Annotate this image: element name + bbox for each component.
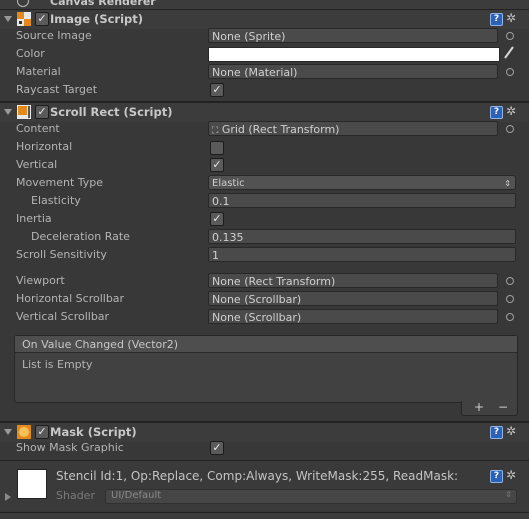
image-enabled-checkbox[interactable]: ✓ bbox=[35, 12, 49, 26]
canvas-renderer-title: Canvas Renderer bbox=[50, 0, 156, 8]
shader-label: Shader bbox=[56, 489, 95, 502]
elasticity-field[interactable]: 0.1 bbox=[208, 193, 516, 208]
object-picker-icon[interactable] bbox=[506, 68, 514, 76]
scroll-rect-component-header[interactable]: ✓ Scroll Rect (Script) ? ✲ bbox=[0, 102, 529, 122]
deceleration-rate-field[interactable]: 0.135 bbox=[208, 229, 516, 244]
dropdown-arrows-icon: ⇕ bbox=[505, 490, 512, 499]
fold-arrow-icon[interactable] bbox=[4, 16, 12, 22]
event-empty-text: List is Empty bbox=[22, 358, 93, 371]
content-label: Content bbox=[16, 122, 60, 135]
gear-icon[interactable]: ✲ bbox=[506, 424, 516, 438]
image-component-title: Image (Script) bbox=[50, 12, 144, 26]
horizontal-checkbox[interactable] bbox=[210, 141, 224, 155]
deceleration-rate-label: Deceleration Rate bbox=[31, 230, 130, 243]
show-mask-graphic-label: Show Mask Graphic bbox=[16, 441, 124, 454]
event-footer: + − bbox=[461, 400, 518, 416]
source-image-field[interactable]: None (Sprite) bbox=[208, 28, 498, 43]
color-label: Color bbox=[16, 47, 45, 60]
help-icon[interactable]: ? bbox=[490, 106, 503, 119]
inertia-label: Inertia bbox=[16, 212, 52, 225]
material-preview-section: Stencil Id:1, Op:Replace, Comp:Always, W… bbox=[0, 461, 529, 511]
help-icon[interactable]: ? bbox=[490, 470, 503, 483]
canvas-renderer-header[interactable]: Canvas Renderer bbox=[0, 0, 529, 9]
gear-icon[interactable]: ✲ bbox=[506, 11, 516, 25]
scroll-sensitivity-field[interactable]: 1 bbox=[208, 247, 516, 262]
eyedropper-icon[interactable] bbox=[503, 44, 515, 60]
dropdown-arrows-icon: ⇕ bbox=[504, 179, 511, 188]
event-title: On Value Changed (Vector2) bbox=[22, 338, 179, 351]
help-icon[interactable]: ? bbox=[490, 426, 503, 439]
canvas-renderer-icon bbox=[17, 0, 29, 7]
color-field[interactable] bbox=[208, 47, 500, 62]
movement-type-value: Elastic bbox=[212, 178, 245, 189]
raycast-target-checkbox[interactable]: ✓ bbox=[210, 83, 224, 97]
content-field[interactable]: ⛶ Grid (Rect Transform) bbox=[208, 121, 498, 136]
shader-value: UI/Default bbox=[111, 490, 162, 501]
material-label: Material bbox=[16, 65, 61, 78]
stencil-info-text: Stencil Id:1, Op:Replace, Comp:Always, W… bbox=[56, 469, 459, 483]
scroll-sensitivity-label: Scroll Sensitivity bbox=[16, 248, 107, 261]
vertical-checkbox[interactable]: ✓ bbox=[210, 158, 224, 172]
expand-arrow-icon[interactable] bbox=[5, 493, 11, 501]
movement-type-dropdown[interactable]: Elastic ⇕ bbox=[208, 175, 516, 190]
inertia-checkbox[interactable]: ✓ bbox=[210, 212, 224, 226]
help-icon[interactable]: ? bbox=[490, 13, 503, 26]
object-picker-icon[interactable] bbox=[506, 32, 514, 40]
horizontal-label: Horizontal bbox=[16, 140, 73, 153]
horizontal-scrollbar-label: Horizontal Scrollbar bbox=[16, 292, 125, 305]
mask-component-icon bbox=[17, 425, 31, 439]
add-button[interactable]: + bbox=[474, 400, 484, 414]
image-component-header[interactable]: ✓ Image (Script) ? ✲ bbox=[0, 9, 529, 29]
mask-component-title: Mask (Script) bbox=[50, 425, 137, 439]
viewport-label: Viewport bbox=[16, 274, 65, 287]
movement-type-label: Movement Type bbox=[16, 176, 104, 189]
show-mask-graphic-checkbox[interactable]: ✓ bbox=[210, 441, 224, 455]
object-picker-icon[interactable] bbox=[506, 295, 514, 303]
gear-icon[interactable]: ✲ bbox=[506, 468, 516, 482]
vertical-scrollbar-field[interactable]: None (Scrollbar) bbox=[208, 309, 498, 324]
gear-icon[interactable]: ✲ bbox=[506, 104, 516, 118]
object-picker-icon[interactable] bbox=[506, 313, 514, 321]
material-field[interactable]: None (Material) bbox=[208, 64, 498, 79]
elasticity-label: Elasticity bbox=[31, 194, 81, 207]
source-image-label: Source Image bbox=[16, 29, 92, 42]
event-header: On Value Changed (Vector2) bbox=[15, 336, 517, 353]
image-component-icon bbox=[17, 12, 31, 26]
scroll-rect-component-icon bbox=[17, 105, 31, 119]
vertical-label: Vertical bbox=[16, 158, 58, 171]
shader-dropdown[interactable]: UI/Default ⇕ bbox=[105, 489, 517, 504]
rect-transform-icon: ⛶ bbox=[212, 126, 219, 136]
horizontal-scrollbar-field[interactable]: None (Scrollbar) bbox=[208, 291, 498, 306]
bottom-bar bbox=[0, 513, 529, 519]
viewport-field[interactable]: None (Rect Transform) bbox=[208, 273, 498, 288]
scroll-rect-enabled-checkbox[interactable]: ✓ bbox=[35, 105, 49, 119]
material-swatch[interactable] bbox=[17, 469, 47, 499]
fold-arrow-icon[interactable] bbox=[4, 429, 12, 435]
mask-component-header[interactable]: ✓ Mask (Script) ? ✲ bbox=[0, 422, 529, 442]
remove-button[interactable]: − bbox=[498, 400, 508, 414]
on-value-changed-event: On Value Changed (Vector2) List is Empty bbox=[14, 335, 518, 403]
vertical-scrollbar-label: Vertical Scrollbar bbox=[16, 310, 110, 323]
object-picker-icon[interactable] bbox=[506, 125, 514, 133]
object-picker-icon[interactable] bbox=[506, 277, 514, 285]
raycast-target-label: Raycast Target bbox=[16, 83, 98, 96]
fold-arrow-icon[interactable] bbox=[4, 109, 12, 115]
mask-enabled-checkbox[interactable]: ✓ bbox=[35, 425, 49, 439]
scroll-rect-component-title: Scroll Rect (Script) bbox=[50, 105, 173, 119]
content-value: Grid (Rect Transform) bbox=[221, 123, 340, 136]
